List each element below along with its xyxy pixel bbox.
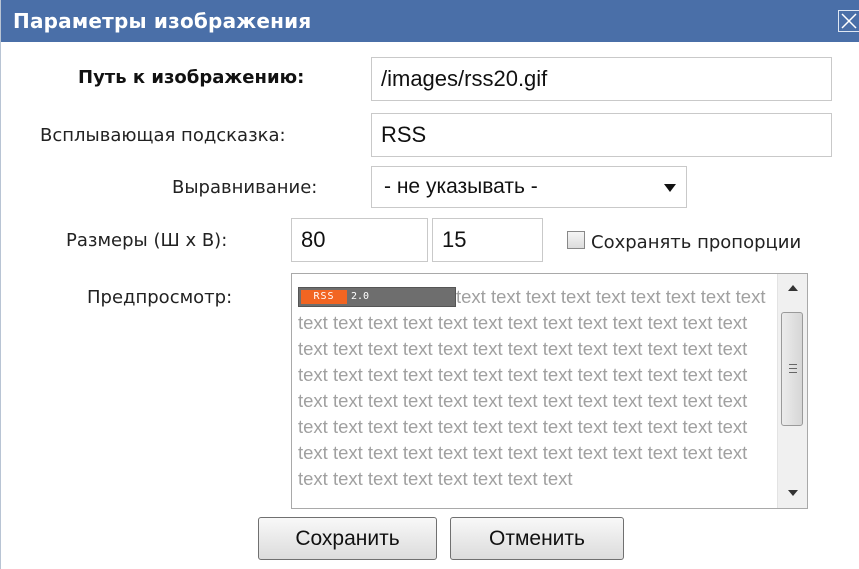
scroll-up-arrow-icon[interactable] [778,276,807,300]
close-icon[interactable] [838,10,859,32]
tooltip-input[interactable]: RSS [371,113,832,157]
grip-line [789,364,797,365]
dialog-title: Параметры изображения [13,9,312,33]
keep-proportions-label[interactable]: Сохранять пропорции [591,232,801,253]
rss-badge-right: 2.0 [351,291,370,302]
alignment-selected-value: - не указывать - [384,175,538,198]
preview-filler-text: text text text text text text text text … [298,286,766,489]
size-label: Размеры (Ш x В): [66,230,228,251]
height-input[interactable]: 15 [432,218,543,262]
rss-image: RSS 2.0 [298,287,456,307]
alignment-label: Выравнивание: [172,177,318,198]
title-bar[interactable]: Параметры изображения [1,0,859,42]
image-path-input[interactable]: /images/rss20.gif [371,57,832,101]
grip-line [789,372,797,373]
keep-proportions-checkbox[interactable] [567,231,585,249]
chevron-down-icon[interactable] [664,184,676,192]
cancel-button[interactable]: Отменить [450,517,624,560]
width-input[interactable]: 80 [291,218,428,262]
image-path-label: Путь к изображению: [78,67,305,88]
save-button[interactable]: Сохранить [258,517,437,560]
scroll-thumb[interactable] [781,312,803,426]
preview-content: RSS 2.0 text text text text text text te… [298,284,768,492]
preview-box[interactable]: RSS 2.0 text text text text text text te… [291,273,808,509]
grip-line [789,368,797,369]
tooltip-label: Всплывающая подсказка: [40,125,286,146]
preview-scrollbar[interactable] [777,274,807,508]
preview-label: Предпросмотр: [87,287,233,308]
scroll-down-arrow-icon[interactable] [778,482,807,506]
alignment-select[interactable]: - не указывать - [371,166,687,208]
image-properties-dialog: Параметры изображения Путь к изображению… [0,0,859,569]
rss-badge-left: RSS [301,290,347,304]
